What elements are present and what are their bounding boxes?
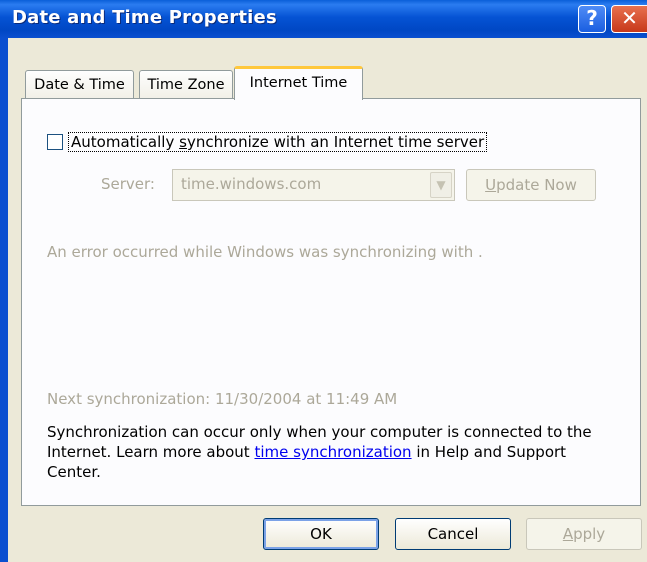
auto-sync-label-text-rest: ynchronize with an Internet time server bbox=[186, 133, 485, 151]
server-value: time.windows.com bbox=[181, 175, 322, 193]
help-button[interactable]: ? bbox=[578, 5, 606, 33]
title-bar[interactable]: Date and Time Properties ? ✕ bbox=[0, 0, 647, 38]
time-sync-link[interactable]: time synchronization bbox=[254, 443, 411, 461]
sync-error-message: An error occurred while Windows was sync… bbox=[47, 243, 483, 261]
close-icon: ✕ bbox=[621, 6, 638, 30]
tab-internet-time[interactable]: Internet Time bbox=[234, 66, 363, 100]
date-time-properties-window: Date and Time Properties ? ✕ Date & Time… bbox=[0, 0, 647, 562]
auto-sync-label-text: Automatically bbox=[71, 133, 180, 151]
window-title: Date and Time Properties bbox=[12, 7, 277, 28]
close-button[interactable]: ✕ bbox=[611, 5, 647, 33]
auto-sync-label-accel: s bbox=[179, 133, 187, 151]
auto-sync-label[interactable]: Automatically synchronize with an Intern… bbox=[68, 132, 488, 152]
tab-label: Internet Time bbox=[249, 75, 348, 91]
tab-time-zone[interactable]: Time Zone bbox=[139, 70, 233, 100]
update-now-accel: U bbox=[485, 176, 497, 194]
update-now-label: pdate Now bbox=[496, 176, 577, 194]
window-frame-left bbox=[0, 38, 8, 562]
apply-label: pply bbox=[573, 525, 606, 543]
ok-button[interactable]: OK bbox=[263, 518, 379, 550]
apply-accel: A bbox=[562, 525, 574, 543]
sync-info-text: Synchronization can occur only when your… bbox=[47, 422, 617, 482]
server-label: Server: bbox=[101, 175, 155, 193]
apply-button[interactable]: Apply bbox=[526, 518, 642, 550]
auto-sync-checkbox[interactable] bbox=[47, 134, 63, 150]
tab-label: Date & Time bbox=[34, 77, 125, 93]
update-now-button[interactable]: Update Now bbox=[466, 169, 596, 201]
next-sync-text: Next synchronization: 11/30/2004 at 11:4… bbox=[47, 390, 398, 408]
tab-date-time[interactable]: Date & Time bbox=[25, 70, 134, 100]
cancel-button[interactable]: Cancel bbox=[395, 518, 511, 550]
server-combobox[interactable]: time.windows.com ▼ bbox=[172, 169, 455, 201]
help-icon: ? bbox=[586, 6, 598, 30]
chevron-down-icon[interactable]: ▼ bbox=[430, 172, 452, 198]
tab-label: Time Zone bbox=[147, 77, 225, 93]
